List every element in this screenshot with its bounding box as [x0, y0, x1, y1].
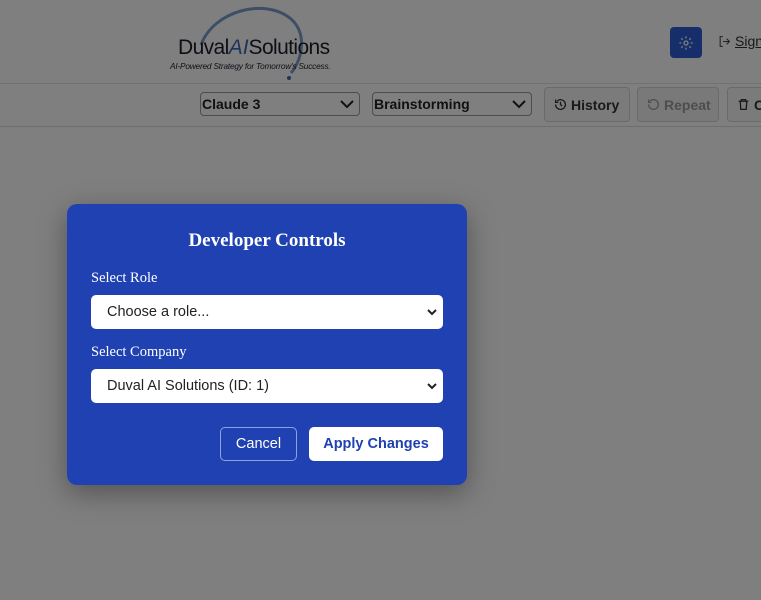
- chevron-down-icon: [427, 383, 437, 390]
- company-select-value: Duval AI Solutions (ID: 1): [107, 378, 269, 394]
- developer-controls-modal: Developer Controls Select Role Choose a …: [67, 204, 467, 485]
- role-label: Select Role: [91, 270, 158, 286]
- role-select[interactable]: Choose a role...: [91, 295, 443, 329]
- company-label: Select Company: [91, 344, 187, 360]
- company-select[interactable]: Duval AI Solutions (ID: 1): [91, 369, 443, 403]
- modal-title: Developer Controls: [188, 230, 346, 251]
- apply-changes-button[interactable]: Apply Changes: [309, 427, 443, 461]
- chevron-down-icon: [427, 309, 437, 316]
- cancel-button[interactable]: Cancel: [220, 427, 297, 461]
- role-select-value: Choose a role...: [107, 304, 210, 320]
